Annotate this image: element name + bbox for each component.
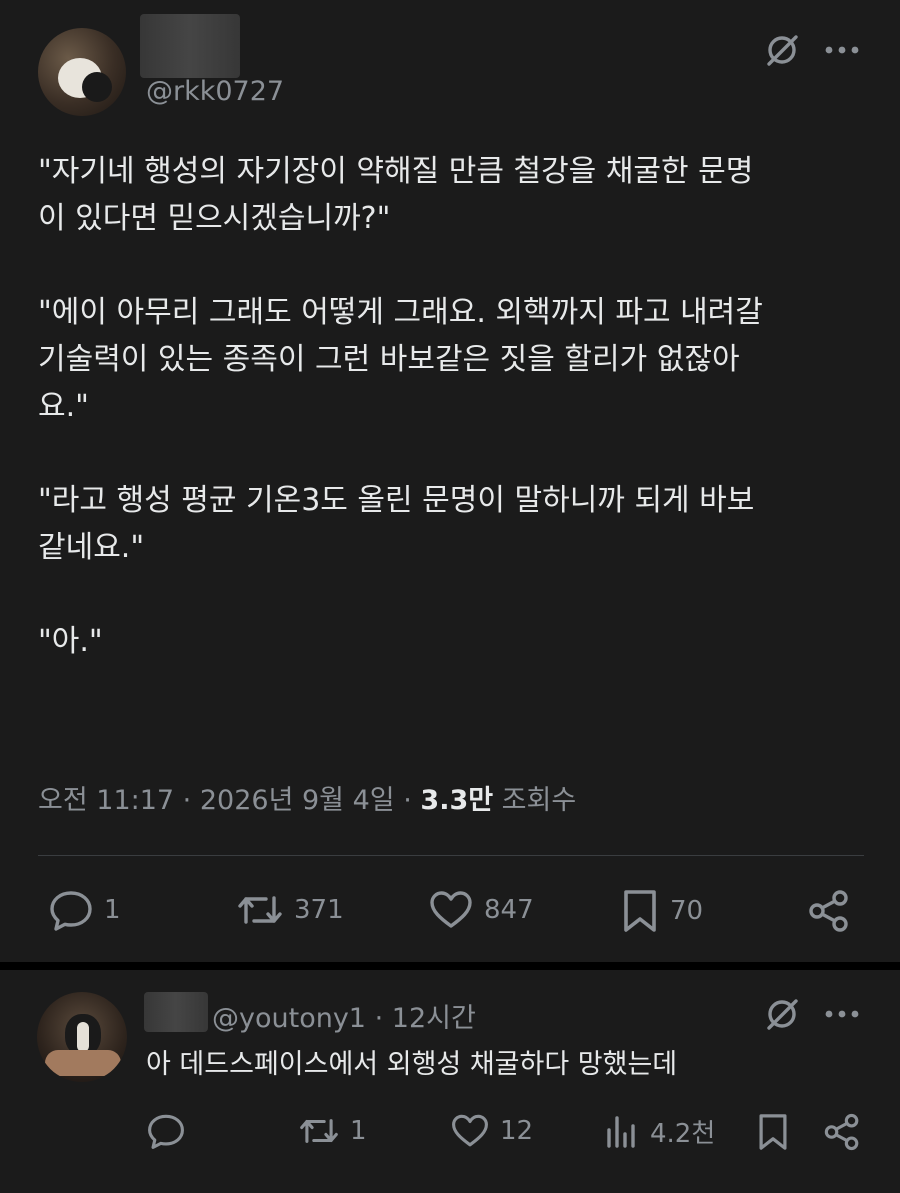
author-handle[interactable]: @rkk0727 — [146, 76, 284, 107]
reply-header: @youtony1 · 12시간 — [212, 996, 476, 1035]
reply-icon — [50, 891, 92, 931]
grok-icon[interactable] — [762, 30, 802, 70]
views-button[interactable]: 4.2천 — [604, 1112, 715, 1150]
post-paragraph: "자기네 행성의 자기장이 약해질 만큼 철강을 채굴한 문명 이 있다면 믿으… — [38, 154, 754, 236]
like-button[interactable]: 847 — [428, 888, 534, 932]
section-separator — [0, 962, 900, 970]
repost-icon — [238, 896, 282, 924]
divider — [38, 855, 864, 856]
analytics-icon — [607, 1116, 635, 1148]
post-paragraph: "에이 아무리 그래도 어떻게 그래요. 외핵까지 파고 내려갈 기술력이 있는… — [38, 295, 763, 424]
views-label: 조회수 — [501, 785, 577, 816]
share-button[interactable] — [822, 1112, 862, 1152]
post-date[interactable]: 2026년 9월 4일 — [200, 785, 395, 816]
post-body: "자기네 행성의 자기장이 약해질 만큼 철강을 채굴한 문명 이 있다면 믿으… — [38, 148, 868, 712]
bookmark-icon — [759, 1114, 787, 1150]
reply-count: 1 — [104, 895, 121, 925]
post-meta: 오전 11:17 · 2026년 9월 4일 · 3.3만 조회수 — [38, 778, 576, 817]
reply-button[interactable] — [146, 1112, 196, 1150]
reply-post: @youtony1 · 12시간 아 데드스페이스에서 외행성 채굴하다 망했는… — [0, 970, 900, 1193]
share-icon — [824, 1113, 859, 1151]
post-paragraph: "아." — [38, 624, 103, 659]
more-options-icon[interactable] — [822, 1000, 862, 1028]
like-count: 12 — [500, 1116, 534, 1146]
repost-icon — [300, 1119, 338, 1143]
reply-body: 아 데드스페이스에서 외행성 채굴하다 망했는데 — [146, 1049, 678, 1080]
share-button[interactable] — [806, 888, 852, 934]
views-count: 4.2천 — [650, 1118, 716, 1149]
meta-separator: · — [182, 785, 192, 816]
heart-icon — [430, 891, 472, 928]
repost-button[interactable]: 371 — [236, 888, 344, 932]
bookmark-button[interactable] — [756, 1112, 790, 1152]
reply-icon — [148, 1114, 184, 1149]
post-time[interactable]: 오전 11:17 — [38, 785, 174, 816]
post-paragraph: "라고 행성 평균 기온3도 올린 문명이 말하니까 되게 바보 같네요." — [38, 483, 755, 565]
like-count: 847 — [484, 895, 534, 925]
more-options-icon[interactable] — [822, 36, 862, 64]
author-name-redacted — [140, 14, 240, 78]
grok-icon[interactable] — [762, 994, 802, 1034]
repost-count: 1 — [350, 1116, 367, 1146]
like-button[interactable]: 12 — [450, 1112, 533, 1150]
reply-author-avatar[interactable] — [37, 992, 127, 1082]
views-count[interactable]: 3.3만 — [420, 785, 493, 816]
meta-separator: · — [403, 785, 412, 816]
bookmark-count: 70 — [670, 896, 704, 926]
reply-author-handle[interactable]: @youtony1 — [212, 1003, 366, 1034]
share-icon — [809, 890, 848, 932]
reply-time[interactable]: 12시간 — [392, 1003, 476, 1034]
reply-button[interactable]: 1 — [48, 888, 121, 932]
bookmark-icon — [624, 890, 656, 932]
heart-icon — [452, 1114, 488, 1147]
repost-count: 371 — [294, 895, 344, 925]
meta-separator: · — [374, 1003, 384, 1034]
repost-button[interactable]: 1 — [298, 1112, 367, 1150]
main-post: @rkk0727 "자기네 행성의 자기장이 약해질 만큼 철강을 채굴한 문명… — [0, 0, 900, 962]
author-avatar[interactable] — [38, 28, 126, 116]
reply-author-name-redacted — [144, 992, 208, 1032]
bookmark-button[interactable]: 70 — [620, 888, 703, 934]
